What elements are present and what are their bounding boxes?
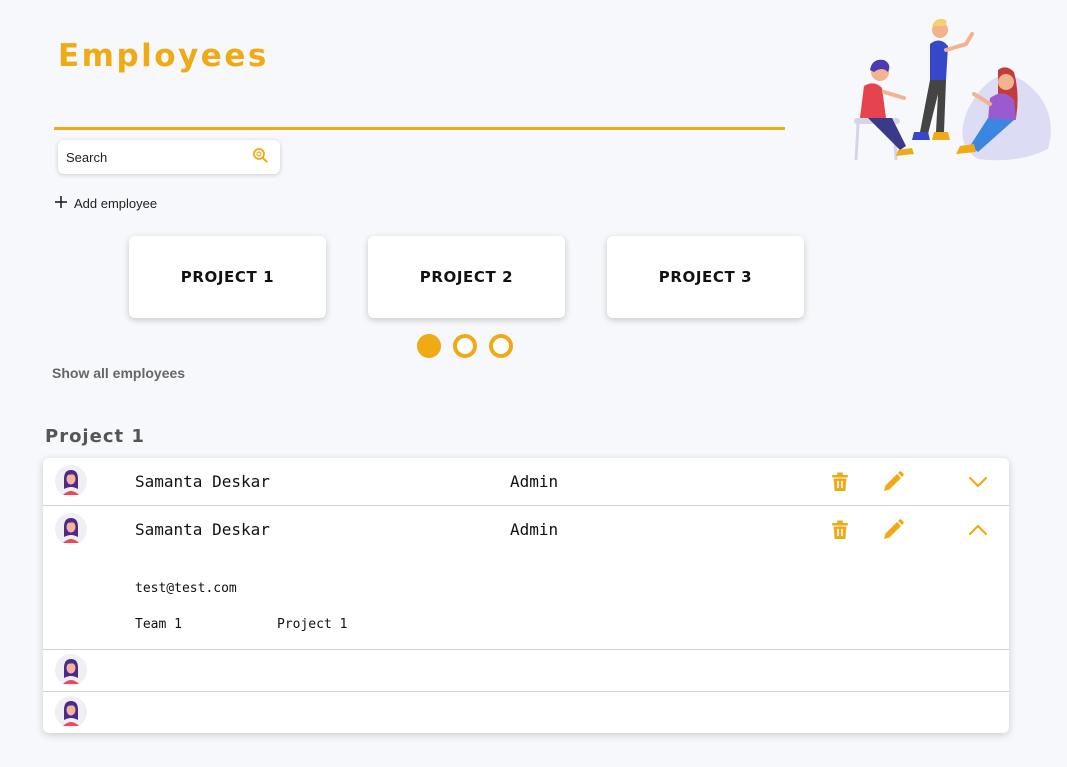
trash-icon[interactable] [828,518,852,542]
page-title: Employees [58,38,269,74]
user-avatar-icon [55,654,87,686]
project-card-3[interactable]: PROJECT 3 [607,236,804,318]
title-underline [54,127,785,130]
user-avatar-icon [55,696,87,728]
plus-icon [54,195,68,212]
employee-details: test@test.com Team 1 Project 1 [43,553,1009,649]
project-card-2[interactable]: PROJECT 2 [368,236,565,318]
employee-name: Samanta Deskar [135,520,270,539]
search-box[interactable] [58,140,280,174]
project-card-1[interactable]: PROJECT 1 [129,236,326,318]
user-avatar-icon [55,513,87,545]
carousel-dot-1[interactable] [417,334,441,358]
pencil-icon[interactable] [881,518,905,542]
trash-icon[interactable] [828,470,852,494]
add-employee-button[interactable]: Add employee [54,195,157,212]
chevron-down-icon[interactable] [966,470,990,494]
employee-row[interactable]: Samanta Deskar Admin [43,458,1009,506]
team-illustration [848,14,1054,164]
employee-row[interactable] [43,692,1009,733]
pencil-icon[interactable] [881,470,905,494]
employee-team: Team 1 [135,617,182,632]
employee-list: Samanta Deskar Admin Samanta Deskar Admi… [43,458,1009,733]
add-employee-label: Add employee [74,196,158,211]
search-input[interactable] [66,149,236,165]
employee-row-expanded[interactable]: Samanta Deskar Admin test@test.com Team … [43,506,1009,650]
chevron-up-icon[interactable] [966,518,990,542]
user-avatar-icon [55,465,87,497]
section-title: Project 1 [45,426,145,447]
carousel-pagination [417,334,513,358]
employee-row[interactable] [43,650,1009,692]
employee-role: Admin [510,472,559,491]
employee-project: Project 1 [277,617,348,632]
show-all-employees-link[interactable]: Show all employees [52,365,185,381]
employee-email: test@test.com [135,581,237,596]
search-icon[interactable] [252,147,268,167]
carousel-dot-2[interactable] [453,334,477,358]
employee-name: Samanta Deskar [135,472,270,491]
employee-role: Admin [510,520,559,539]
carousel-dot-3[interactable] [489,334,513,358]
